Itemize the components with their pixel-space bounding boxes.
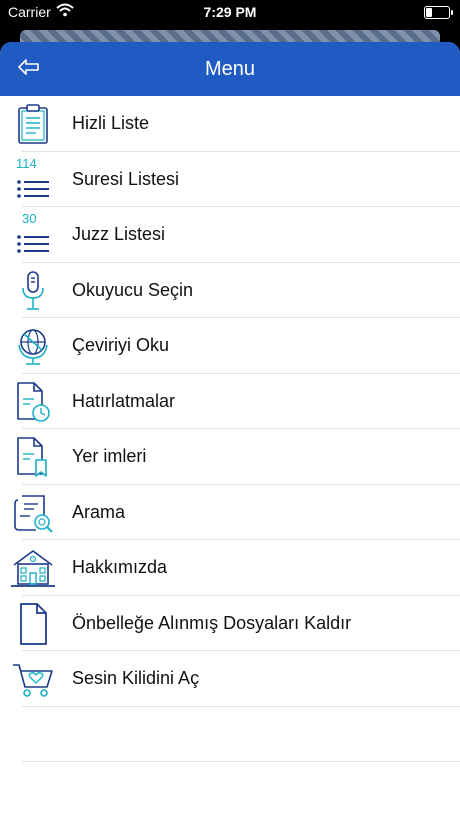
microphone-icon	[10, 269, 56, 313]
list-icon: 114	[10, 155, 56, 202]
menu-item-hakkimizda[interactable]: Hakkımızda	[0, 540, 460, 596]
juz-count: 30	[22, 211, 37, 226]
document-clock-icon	[10, 380, 56, 424]
shopping-cart-icon	[10, 657, 56, 701]
menu-item-okuyucu-secin[interactable]: Okuyucu Seçin	[0, 263, 460, 319]
menu-item-label: Çeviriyi Oku	[72, 335, 170, 356]
menu-item-label: Okuyucu Seçin	[72, 279, 194, 300]
menu-item-sesin-kilidini-ac[interactable]: Sesin Kilidini Aç	[0, 651, 460, 707]
menu-item-label: Yer imleri	[72, 446, 147, 467]
menu-item-juzz-listesi[interactable]: 30 Juzz Listesi	[0, 207, 460, 263]
menu-list: Hizli Liste 114 Suresi Listesi 30 Juzz L…	[0, 96, 460, 762]
menu-item-hatirlatmalar[interactable]: Hatırlatmalar	[0, 374, 460, 430]
empty-row	[0, 707, 460, 763]
menu-sheet: Menu Hizli Liste 114 Suresi Listesi 30 J…	[0, 42, 460, 818]
menu-item-suresi-listesi[interactable]: 114 Suresi Listesi	[0, 152, 460, 208]
navbar: Menu	[0, 42, 460, 96]
menu-item-label: Hakkımızda	[72, 557, 168, 578]
search-document-icon	[10, 491, 56, 535]
menu-item-label: Hatırlatmalar	[72, 390, 176, 411]
status-time: 7:29 PM	[203, 4, 257, 20]
document-bookmark-icon	[10, 435, 56, 479]
menu-item-arama[interactable]: Arama	[0, 485, 460, 541]
battery-icon	[424, 6, 453, 19]
menu-item-ceviriyi-oku[interactable]: Çeviriyi Oku	[0, 318, 460, 374]
file-icon	[10, 602, 56, 646]
menu-item-onbellek-kaldir[interactable]: Önbelleğe Alınmış Dosyaları Kaldır	[0, 596, 460, 652]
menu-item-label: Juzz Listesi	[72, 224, 166, 245]
menu-item-yer-imleri[interactable]: Yer imleri	[0, 429, 460, 485]
page-title: Menu	[204, 58, 256, 80]
building-icon	[10, 546, 56, 590]
menu-item-label: Arama	[72, 501, 126, 522]
clipboard-list-icon	[10, 102, 56, 146]
globe-icon	[10, 324, 56, 368]
menu-item-label: Hizli Liste	[72, 113, 150, 134]
menu-item-label: Sesin Kilidini Aç	[72, 668, 200, 689]
menu-item-label: Önbelleğe Alınmış Dosyaları Kaldır	[72, 612, 352, 633]
surah-count: 114	[16, 155, 37, 171]
status-bar: Carrier 7:29 PM	[0, 0, 460, 26]
list-icon: 30	[10, 211, 56, 257]
menu-item-label: Suresi Listesi	[72, 168, 180, 189]
menu-item-hizli-liste[interactable]: Hizli Liste	[0, 96, 460, 152]
